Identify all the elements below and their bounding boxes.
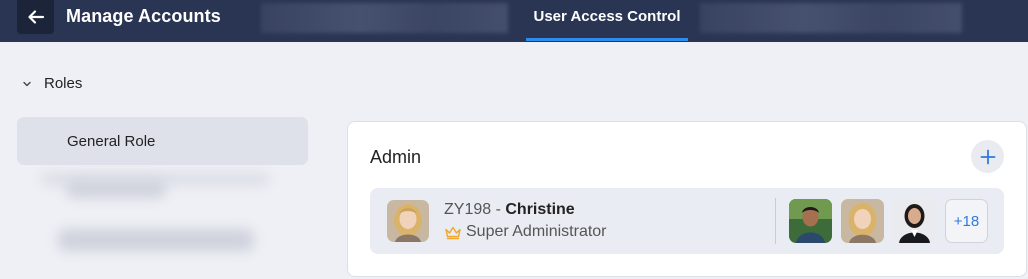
- crown-icon: [445, 226, 461, 239]
- member-role: Super Administrator: [444, 223, 607, 241]
- member-avatar-2[interactable]: [841, 199, 884, 243]
- add-member-button[interactable]: [971, 140, 1004, 173]
- member-avatar-1[interactable]: [789, 199, 832, 243]
- plus-icon: [980, 149, 995, 164]
- role-card: Admin ZY198 - Christine Super Administra…: [347, 121, 1027, 277]
- member-separator: -: [491, 201, 506, 218]
- tab-obscured-1[interactable]: [261, 3, 508, 33]
- active-tab-indicator: [526, 38, 688, 41]
- divider: [775, 198, 776, 244]
- card-title: Admin: [370, 147, 422, 167]
- sidebar-item-obscured-2[interactable]: [58, 229, 254, 251]
- arrow-left-icon: [27, 10, 44, 24]
- member-identity: ZY198 - Christine: [444, 201, 575, 219]
- member-avatar-3[interactable]: [893, 199, 936, 243]
- avatar: [387, 200, 429, 242]
- user-photo: [387, 200, 429, 242]
- member-name: Christine: [505, 201, 575, 218]
- member-photo-woman-dark: [893, 199, 936, 243]
- member-photo-woman-blonde: [841, 199, 884, 243]
- member-role-label: Super Administrator: [466, 223, 607, 240]
- roles-section-label: Roles: [44, 75, 83, 92]
- roles-section-toggle[interactable]: Roles: [22, 75, 82, 92]
- chevron-down-icon: [23, 81, 31, 86]
- member-row[interactable]: ZY198 - Christine Super Administrator +1…: [370, 188, 1004, 254]
- sidebar-item-obscured-1[interactable]: [66, 180, 166, 198]
- sidebar-item-label: General Role: [67, 132, 156, 150]
- tab-user-access-control[interactable]: User Access Control: [526, 0, 688, 42]
- back-button[interactable]: [17, 0, 54, 34]
- top-bar: Manage Accounts User Access Control: [0, 0, 1028, 42]
- more-members-badge[interactable]: +18: [945, 199, 988, 243]
- member-photo-man: [789, 199, 832, 243]
- member-id: ZY198: [444, 201, 492, 218]
- tab-obscured-2[interactable]: [700, 3, 962, 33]
- sidebar-item-general-role[interactable]: General Role: [17, 117, 308, 165]
- page-title: Manage Accounts: [66, 6, 221, 26]
